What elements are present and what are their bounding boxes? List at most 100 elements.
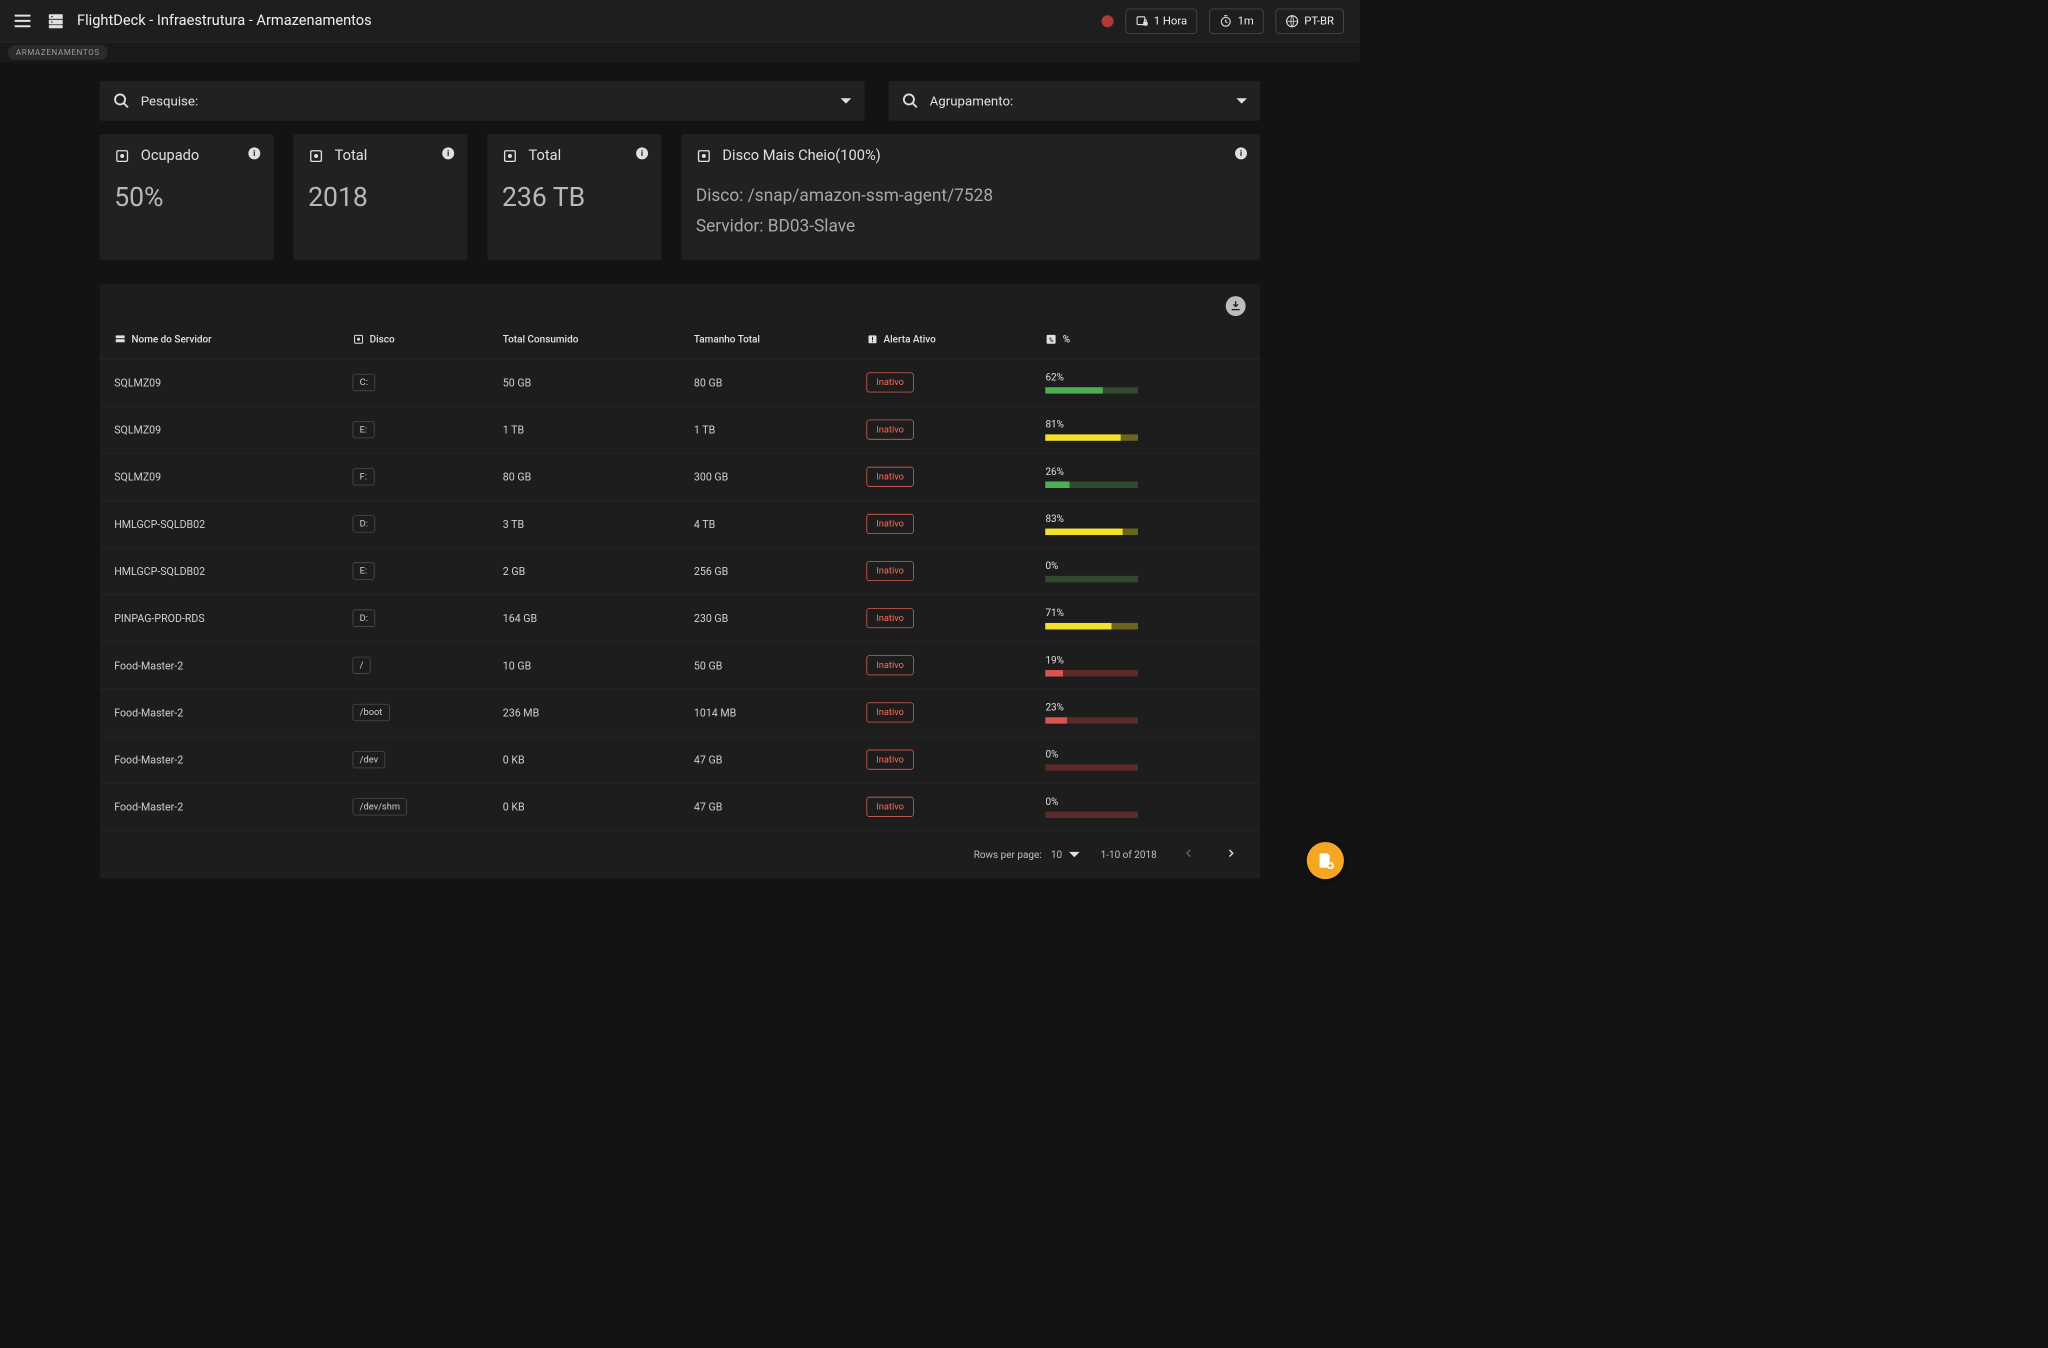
table-row[interactable]: Food-Master-2 /boot 236 MB 1014 MB Inati… — [100, 689, 1261, 736]
cell-alert: Inativo — [856, 359, 1035, 406]
prev-page-button[interactable] — [1178, 843, 1199, 867]
alert-chip[interactable]: Inativo — [866, 373, 914, 393]
disk-icon — [308, 148, 324, 164]
table-row[interactable]: HMLGCP-SQLDB02 D: 3 TB 4 TB Inativo 83% — [100, 500, 1261, 547]
refresh-interval-label: 1m — [1238, 14, 1254, 27]
table-row[interactable]: SQLMZ09 C: 50 GB 80 GB Inativo 62% — [100, 359, 1261, 406]
download-button[interactable] — [1226, 296, 1246, 316]
alert-chip[interactable]: Inativo — [866, 561, 914, 581]
time-range-selector[interactable]: 1 Hora — [1125, 8, 1197, 33]
col-pct[interactable]: % — [1063, 333, 1070, 345]
pct-label: 0% — [1045, 795, 1249, 807]
pct-bar — [1045, 387, 1138, 394]
cell-server: SQLMZ09 — [100, 406, 342, 453]
svg-text:%: % — [1049, 336, 1054, 344]
menu-button[interactable] — [11, 11, 35, 32]
info-icon[interactable]: i — [442, 147, 454, 159]
cell-disk: D: — [342, 595, 492, 642]
cell-total: 80 GB — [683, 359, 855, 406]
cell-consumed: 1 TB — [492, 406, 683, 453]
search-input[interactable]: Pesquise: — [100, 81, 865, 121]
chevron-down-icon — [841, 98, 852, 103]
col-total[interactable]: Tamanho Total — [694, 333, 760, 345]
disk-chip: E: — [352, 421, 374, 438]
pct-bar — [1045, 576, 1138, 583]
cell-total: 50 GB — [683, 642, 855, 689]
cell-disk: E: — [342, 406, 492, 453]
table-row[interactable]: PINPAG-PROD-RDS D: 164 GB 230 GB Inativo… — [100, 595, 1261, 642]
storage-table: Nome do Servidor Disco Total Consumido T… — [100, 320, 1261, 831]
pct-label: 62% — [1045, 371, 1249, 383]
cell-disk: /dev — [342, 736, 492, 783]
percent-icon: % — [1045, 333, 1057, 345]
group-input[interactable]: Agrupamento: — [888, 81, 1260, 121]
locale-selector[interactable]: PT-BR — [1276, 8, 1344, 33]
cell-server: Food-Master-2 — [100, 689, 342, 736]
cell-alert: Inativo — [856, 642, 1035, 689]
next-page-button[interactable] — [1220, 843, 1241, 867]
cell-total: 47 GB — [683, 736, 855, 783]
disk-icon — [502, 148, 518, 164]
cell-disk: E: — [342, 547, 492, 594]
pct-bar — [1045, 764, 1138, 771]
cell-consumed: 3 TB — [492, 500, 683, 547]
chevron-left-icon — [1182, 847, 1195, 860]
alert-chip[interactable]: Inativo — [866, 514, 914, 534]
breadcrumb-chip[interactable]: ARMAZENAMENTOS — [8, 45, 108, 60]
disk-icon — [696, 148, 712, 164]
cell-pct: 0% — [1035, 783, 1260, 830]
alert-chip[interactable]: Inativo — [866, 703, 914, 723]
pct-bar — [1045, 717, 1138, 724]
pct-label: 0% — [1045, 748, 1249, 760]
cell-server: HMLGCP-SQLDB02 — [100, 500, 342, 547]
info-icon[interactable]: i — [1235, 147, 1247, 159]
pct-bar — [1045, 529, 1138, 536]
alert-chip[interactable]: Inativo — [866, 608, 914, 628]
info-icon[interactable]: i — [636, 147, 648, 159]
refresh-interval-selector[interactable]: 1m — [1209, 8, 1264, 33]
cell-server: SQLMZ09 — [100, 359, 342, 406]
alert-chip[interactable]: Inativo — [866, 750, 914, 770]
cell-server: SQLMZ09 — [100, 453, 342, 500]
cell-total: 47 GB — [683, 783, 855, 830]
search-row: Pesquise: Agrupamento: — [100, 81, 1261, 121]
cell-pct: 0% — [1035, 547, 1260, 594]
col-disk[interactable]: Disco — [370, 333, 395, 345]
alert-chip[interactable]: Inativo — [866, 467, 914, 487]
col-server[interactable]: Nome do Servidor — [131, 333, 211, 345]
table-row[interactable]: Food-Master-2 /dev 0 KB 47 GB Inativo 0% — [100, 736, 1261, 783]
pct-label: 0% — [1045, 560, 1249, 572]
alert-chip[interactable]: Inativo — [866, 797, 914, 817]
add-document-fab[interactable] — [1307, 842, 1344, 879]
pct-label: 81% — [1045, 418, 1249, 430]
fullest-server-line: Servidor: BD03-Slave — [696, 211, 1246, 241]
cell-consumed: 0 KB — [492, 736, 683, 783]
top-bar: FlightDeck - Infraestrutura - Armazename… — [0, 0, 1360, 42]
rows-per-page-label: Rows per page: — [974, 849, 1042, 861]
search-icon — [902, 92, 919, 109]
cell-consumed: 0 KB — [492, 783, 683, 830]
table-row[interactable]: Food-Master-2 /dev/shm 0 KB 47 GB Inativ… — [100, 783, 1261, 830]
table-row[interactable]: Food-Master-2 / 10 GB 50 GB Inativo 19% — [100, 642, 1261, 689]
card-total-count: Total i 2018 — [293, 134, 467, 260]
disk-icon — [352, 333, 364, 345]
cell-disk: / — [342, 642, 492, 689]
alert-chip[interactable]: Inativo — [866, 420, 914, 440]
alert-chip[interactable]: Inativo — [866, 655, 914, 675]
document-add-icon — [1317, 852, 1334, 869]
cell-total: 1014 MB — [683, 689, 855, 736]
table-row[interactable]: SQLMZ09 E: 1 TB 1 TB Inativo 81% — [100, 406, 1261, 453]
table-row[interactable]: SQLMZ09 F: 80 GB 300 GB Inativo 26% — [100, 453, 1261, 500]
server-icon — [46, 12, 65, 31]
search-icon — [113, 92, 130, 109]
cell-server: Food-Master-2 — [100, 642, 342, 689]
pct-bar — [1045, 623, 1138, 630]
col-consumed[interactable]: Total Consumido — [503, 333, 579, 345]
table-row[interactable]: HMLGCP-SQLDB02 E: 2 GB 256 GB Inativo 0% — [100, 547, 1261, 594]
info-icon[interactable]: i — [248, 147, 260, 159]
metrics-row: Ocupado i 50% Total i 2018 Total i 236 T… — [100, 134, 1261, 260]
rows-per-page-select[interactable]: 10 — [1051, 849, 1079, 861]
card-value: 50% — [114, 181, 259, 212]
col-alert[interactable]: Alerta Ativo — [884, 333, 936, 345]
page-range: 1-10 of 2018 — [1101, 849, 1157, 861]
